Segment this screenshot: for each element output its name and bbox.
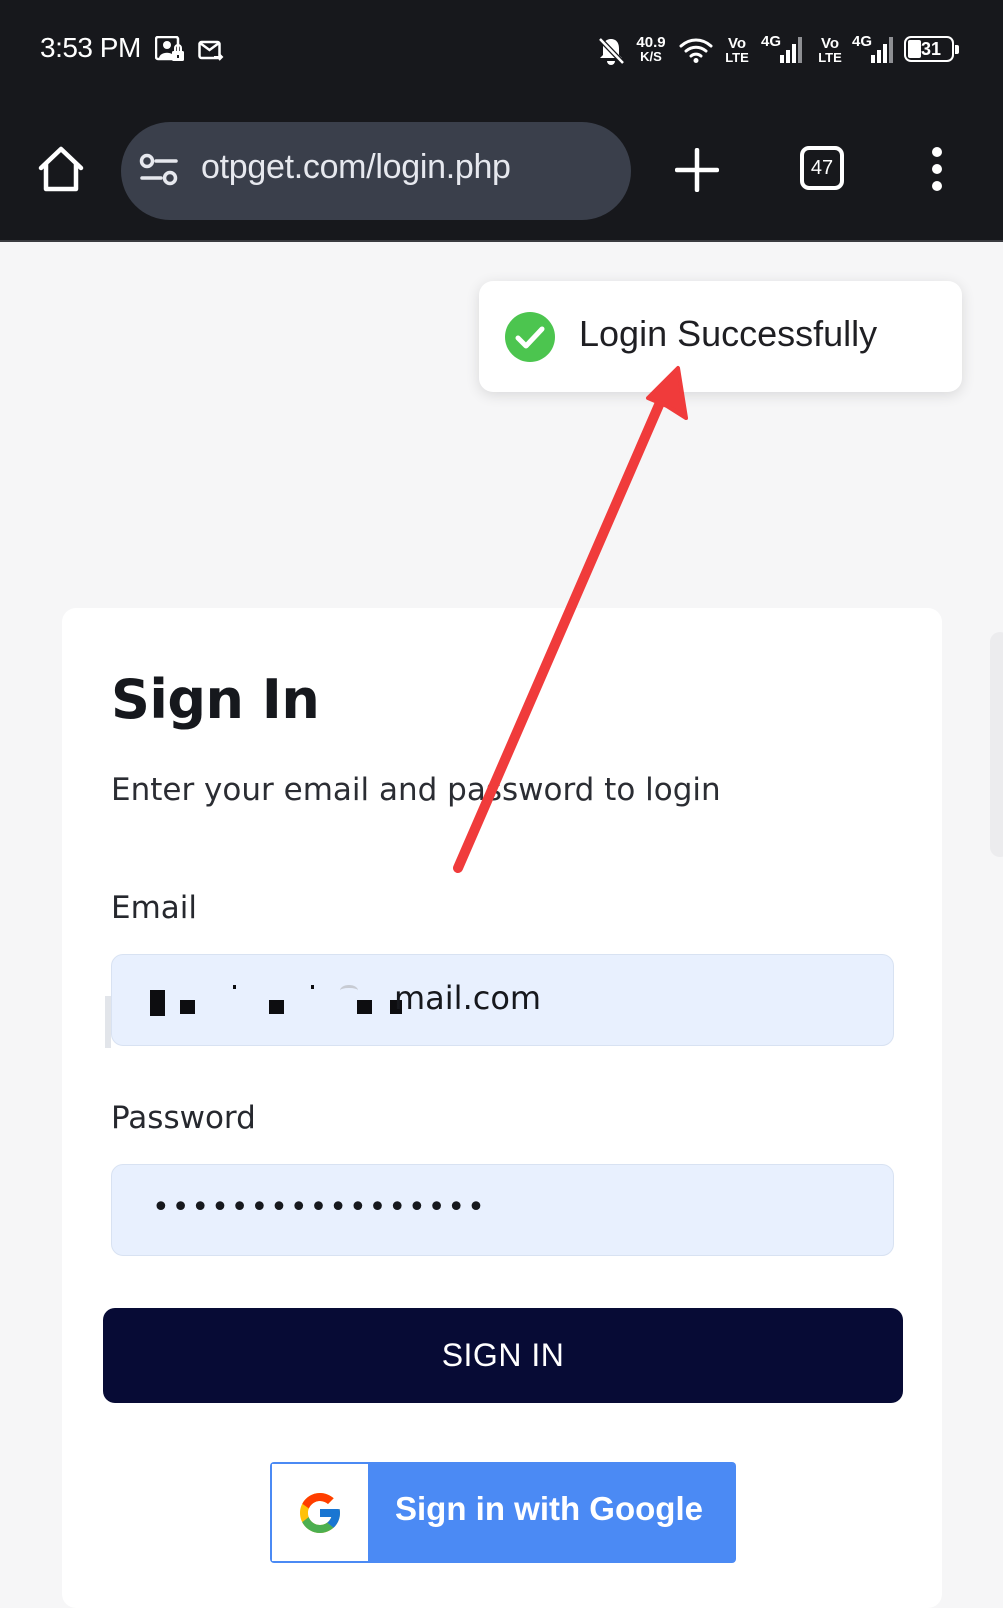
google-g-icon <box>300 1493 340 1533</box>
address-bar[interactable]: otpget.com/login.php <box>121 122 631 220</box>
email-value: mail.com <box>394 979 542 1017</box>
network-speed-value: 40.9 <box>636 34 666 51</box>
toast-message: Login Successfully <box>579 313 878 354</box>
status-time: 3:53 PM <box>40 32 141 63</box>
sim1-volte: Vo LTE <box>722 36 752 64</box>
tab-count: 47 <box>810 157 834 179</box>
url-text[interactable]: otpget.com/login.php <box>201 148 511 187</box>
google-sign-in-label: Sign in with Google <box>395 1490 703 1527</box>
google-logo-box <box>272 1464 368 1561</box>
more-icon[interactable] <box>931 146 943 192</box>
email-redaction <box>112 955 412 1047</box>
sign-in-card: Sign In Enter your email and password to… <box>62 608 942 1608</box>
wifi-icon <box>679 38 713 63</box>
sim1-label-top: Vo <box>727 35 747 52</box>
browser-toolbar: otpget.com/login.php 47 <box>0 100 1003 242</box>
battery-icon: 31 <box>904 36 959 62</box>
sim1-network-type: 4G <box>761 33 782 50</box>
page-title: Sign In <box>111 668 320 731</box>
sign-in-button-label: SIGN IN <box>441 1337 565 1373</box>
sim2-label-bottom: LTE <box>818 50 842 65</box>
check-circle-icon <box>505 312 555 362</box>
network-speed: 40.9 K/S <box>633 35 669 63</box>
tabs-icon[interactable]: 47 <box>800 146 844 190</box>
network-speed-unit: K/S <box>640 49 662 64</box>
sim2-label-top: Vo <box>820 35 840 52</box>
battery-level: 31 <box>920 39 942 59</box>
scroll-edge <box>990 632 1003 857</box>
login-success-toast: Login Successfully <box>479 281 962 392</box>
page-subtitle: Enter your email and password to login <box>111 772 721 808</box>
sign-in-button[interactable]: SIGN IN <box>103 1308 903 1403</box>
sim2-volte: Vo LTE <box>815 36 845 64</box>
sim1-label-bottom: LTE <box>725 50 749 65</box>
email-label: Email <box>111 890 198 926</box>
password-field[interactable]: ••••••••••••••••• <box>111 1164 894 1256</box>
message-icon <box>198 40 224 61</box>
password-label: Password <box>111 1100 256 1136</box>
sim2-network-type: 4G <box>852 33 873 50</box>
password-value: ••••••••••••••••• <box>152 1190 487 1225</box>
signal-icon <box>871 37 893 63</box>
bell-off-icon <box>598 37 625 65</box>
status-bar: 3:53 PM 40.9 K/S Vo LTE 4G Vo LTE 4G 31 <box>0 0 1003 100</box>
screenshot-lock-icon <box>155 36 184 61</box>
home-icon[interactable] <box>36 144 86 194</box>
email-field-edge <box>105 996 111 1048</box>
signal-icon <box>780 37 802 63</box>
site-settings-icon[interactable] <box>139 152 179 188</box>
google-sign-in-button[interactable]: Sign in with Google <box>270 1462 736 1563</box>
new-tab-icon[interactable] <box>675 148 719 192</box>
email-field[interactable]: mail.com <box>111 954 894 1046</box>
